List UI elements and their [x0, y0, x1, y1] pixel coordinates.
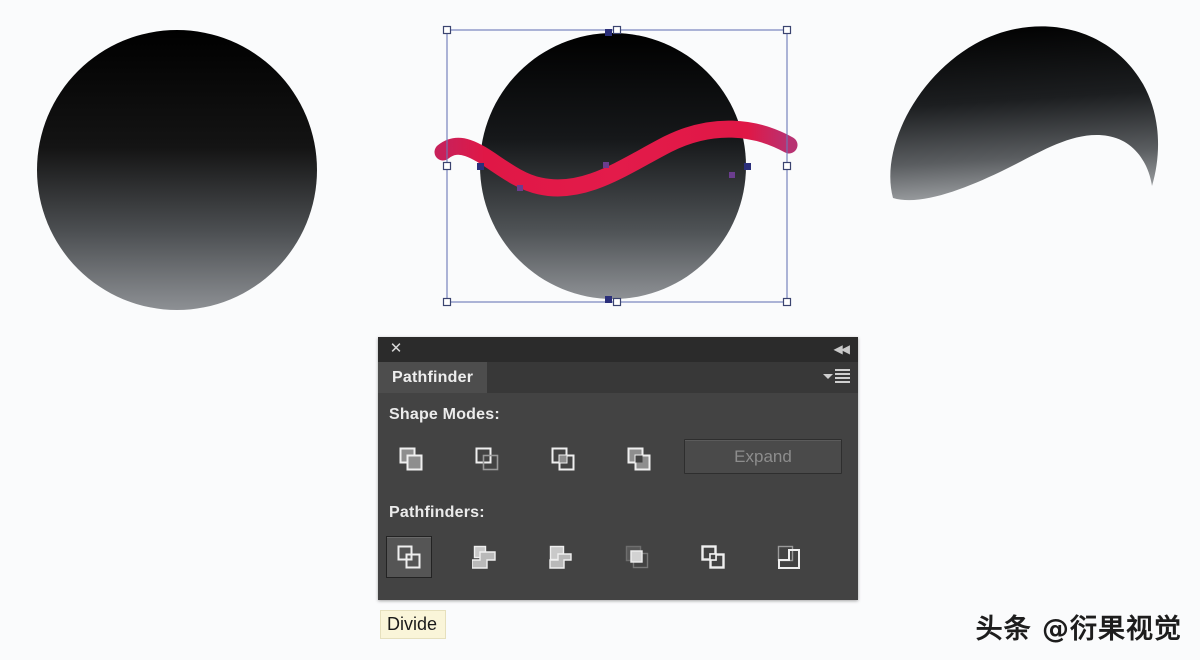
unite-icon	[399, 447, 422, 470]
tab-pathfinder[interactable]: Pathfinder	[378, 362, 488, 393]
pathfinder-merge-button[interactable]	[538, 536, 584, 578]
chevron-down-icon	[823, 373, 833, 379]
shape-mode-intersect-button[interactable]	[540, 438, 586, 480]
hamburger-icon	[835, 369, 850, 383]
panel-tabbar: Pathfinder	[378, 362, 858, 393]
divide-icon	[397, 545, 420, 568]
pathfinder-trim-button[interactable]	[462, 536, 508, 578]
pathfinder-panel[interactable]: ✕ ◀◀ Pathfinder Shape Modes: Expand Path…	[378, 337, 858, 600]
merge-icon	[548, 545, 572, 569]
pathfinder-minus-back-button[interactable]	[766, 536, 812, 578]
panel-body: Shape Modes: Expand Pathfinders:	[378, 393, 858, 600]
crop-icon	[625, 545, 648, 568]
illustrator-artboard[interactable]	[0, 0, 1200, 330]
shape-circle-original[interactable]	[37, 30, 317, 310]
exclude-icon	[627, 447, 650, 470]
shape-modes-label: Shape Modes:	[389, 406, 500, 423]
artwork-svg	[37, 25, 1159, 310]
panel-menu-icon[interactable]	[823, 369, 850, 383]
shape-mode-minus-front-button[interactable]	[464, 438, 510, 480]
shape-mode-exclude-button[interactable]	[616, 438, 662, 480]
pathfinders-label: Pathfinders:	[389, 504, 485, 521]
pathfinder-outline-button[interactable]	[690, 536, 736, 578]
pathfinder-crop-button[interactable]	[614, 536, 660, 578]
screenshot-root: ✕ ◀◀ Pathfinder Shape Modes: Expand Path…	[0, 0, 1200, 660]
trim-icon	[471, 545, 496, 569]
minus-front-icon	[475, 447, 498, 470]
minus-back-icon	[777, 545, 800, 569]
shape-crescent-result[interactable]	[890, 26, 1159, 201]
collapse-double-chevron-icon[interactable]: ◀◀	[834, 343, 851, 355]
panel-titlebar: ✕ ◀◀	[378, 337, 858, 362]
outline-icon	[700, 544, 725, 569]
pathfinder-divide-button[interactable]	[386, 536, 432, 578]
intersect-icon	[551, 447, 574, 470]
watermark: 头条 @衍果视觉	[975, 614, 1182, 645]
expand-button[interactable]: Expand	[684, 439, 842, 474]
close-icon[interactable]: ✕	[389, 341, 403, 356]
shape-mode-unite-button[interactable]	[388, 438, 434, 480]
divide-tooltip: Divide	[380, 610, 447, 639]
